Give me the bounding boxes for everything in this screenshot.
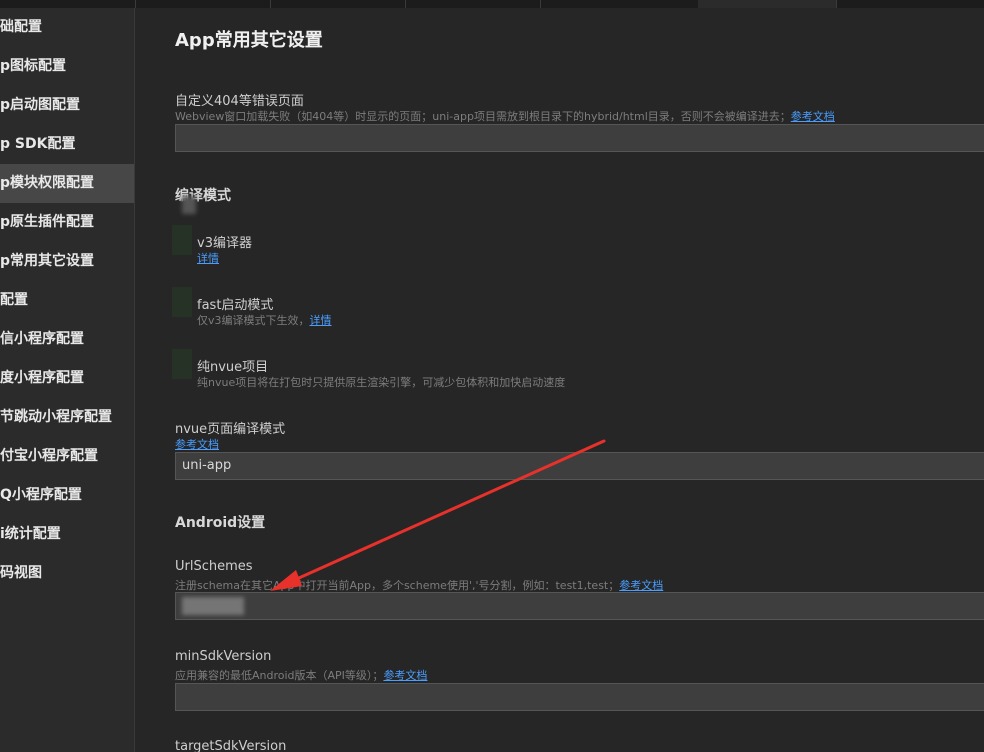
sidebar-item-qq[interactable]: Q小程序配置 — [0, 476, 134, 515]
error-page-label: 自定义404等错误页面 — [175, 94, 304, 109]
pure-nvue-checkbox[interactable] — [172, 349, 192, 379]
error-page-desc: Webview窗口加载失败（如404等）时显示的页面；uni-app项目需放到根… — [175, 108, 835, 124]
sidebar-item-other-settings[interactable]: p常用其它设置 — [0, 242, 134, 281]
nvue-compile-label: nvue页面编译模式 — [175, 422, 286, 437]
redacted-value — [182, 597, 244, 615]
sidebar: 础配置 p图标配置 p启动图配置 p SDK配置 p模块权限配置 p原生插件配置… — [0, 8, 135, 752]
error-page-input[interactable] — [175, 124, 984, 152]
sidebar-item-h5[interactable]: 配置 — [0, 281, 134, 320]
target-sdk-label: targetSdkVersion — [175, 739, 287, 752]
sidebar-item-sdk[interactable]: p SDK配置 — [0, 125, 134, 164]
top-tab[interactable] — [836, 0, 984, 8]
pure-nvue-desc: 纯nvue项目将在打包时只提供原生渲染引擎，可减少包体积和加快启动速度 — [197, 376, 566, 389]
url-schemes-doc-link[interactable]: 参考文档 — [619, 579, 663, 592]
sidebar-item-splash[interactable]: p启动图配置 — [0, 86, 134, 125]
nvue-compile-select[interactable]: uni-app — [175, 452, 984, 480]
v3-detail-link[interactable]: 详情 — [197, 252, 219, 265]
sidebar-item-statistics[interactable]: i统计配置 — [0, 515, 134, 554]
error-page-doc-link[interactable]: 参考文档 — [791, 110, 835, 123]
v3-checkbox[interactable] — [172, 225, 192, 255]
fast-start-label: fast启动模式 — [197, 298, 274, 313]
fast-start-desc-text: 仅v3编译模式下生效， — [197, 314, 310, 327]
sidebar-item-weixin[interactable]: 信小程序配置 — [0, 320, 134, 359]
min-sdk-doc-link[interactable]: 参考文档 — [383, 669, 427, 682]
sidebar-item-source-view[interactable]: 码视图 — [0, 554, 134, 593]
main-panel: App常用其它设置 自定义404等错误页面 Webview窗口加载失败（如404… — [135, 8, 984, 752]
page-title: App常用其它设置 — [175, 30, 323, 51]
nvue-compile-desc: 参考文档 — [175, 436, 219, 452]
v3-desc: 详情 — [197, 250, 219, 266]
sidebar-item-app-icon[interactable]: p图标配置 — [0, 47, 134, 86]
redaction-smudge — [182, 196, 196, 214]
android-settings-heading: Android设置 — [175, 515, 266, 531]
fast-start-checkbox[interactable] — [172, 287, 192, 317]
fast-start-desc: 仅v3编译模式下生效，详情 — [197, 312, 332, 328]
sidebar-item-alipay[interactable]: 付宝小程序配置 — [0, 437, 134, 476]
top-tab-active[interactable] — [698, 0, 837, 8]
top-tab[interactable] — [270, 0, 406, 8]
min-sdk-desc: 应用兼容的最低Android版本（API等级）；参考文档 — [175, 667, 427, 683]
nvue-compile-doc-link[interactable]: 参考文档 — [175, 438, 219, 451]
min-sdk-input[interactable] — [175, 683, 984, 711]
url-schemes-input[interactable] — [175, 592, 984, 620]
top-tab[interactable] — [540, 0, 699, 8]
url-schemes-desc: 注册schema在其它App中打开当前App，多个scheme使用','号分割，… — [175, 577, 663, 593]
top-tab[interactable] — [405, 0, 541, 8]
min-sdk-label: minSdkVersion — [175, 649, 272, 664]
top-tab[interactable] — [0, 0, 136, 8]
fast-start-detail-link[interactable]: 详情 — [310, 314, 332, 327]
sidebar-item-native-plugins[interactable]: p原生插件配置 — [0, 203, 134, 242]
url-schemes-label: UrlSchemes — [175, 559, 253, 574]
sidebar-item-baidu[interactable]: 度小程序配置 — [0, 359, 134, 398]
top-tab-strip — [0, 0, 984, 8]
url-schemes-desc-text: 注册schema在其它App中打开当前App，多个scheme使用','号分割，… — [175, 579, 620, 592]
error-page-desc-text: Webview窗口加载失败（如404等）时显示的页面；uni-app项目需放到根… — [175, 110, 791, 123]
sidebar-item-toutiao[interactable]: 节跳动小程序配置 — [0, 398, 134, 437]
top-tab[interactable] — [135, 0, 271, 8]
pure-nvue-label: 纯nvue项目 — [197, 360, 269, 375]
sidebar-item-module-permissions[interactable]: p模块权限配置 — [0, 164, 134, 203]
sidebar-item-basic[interactable]: 础配置 — [0, 8, 134, 47]
min-sdk-desc-text: 应用兼容的最低Android版本（API等级）； — [175, 669, 384, 682]
v3-label: v3编译器 — [197, 236, 252, 251]
